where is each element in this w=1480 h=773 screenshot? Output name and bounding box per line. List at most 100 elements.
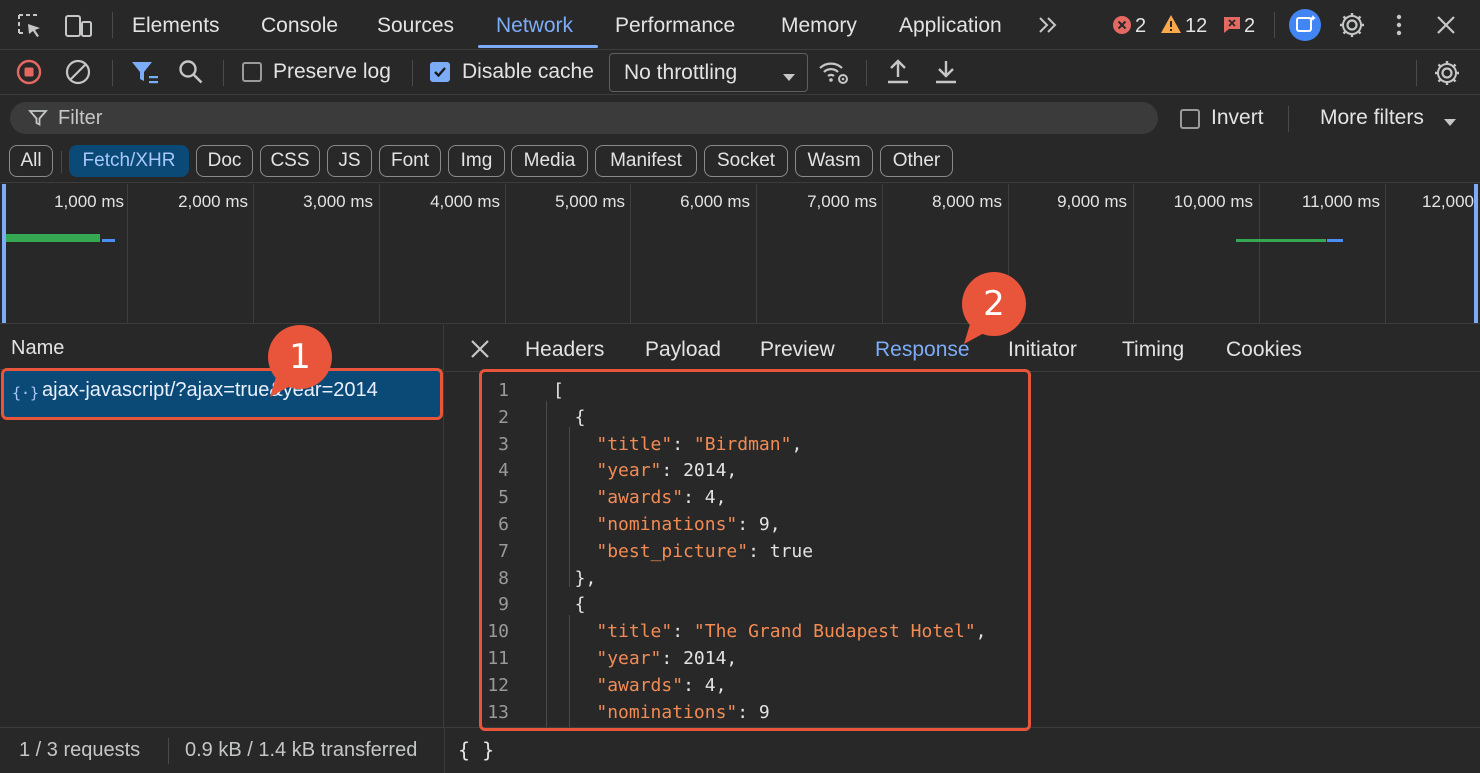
timeline-tick-label: 2,000 ms bbox=[178, 192, 248, 211]
timeline-tick-label: 9,000 ms bbox=[1057, 192, 1127, 211]
tab-memory[interactable]: Memory bbox=[781, 0, 857, 50]
annotation-badge-2: 2 bbox=[962, 272, 1026, 348]
tab-network[interactable]: Network bbox=[496, 0, 573, 50]
timeline-gridline bbox=[1259, 184, 1260, 323]
filter-funnel-icon bbox=[28, 108, 48, 128]
annotation-badge-1: 1 bbox=[268, 325, 332, 401]
type-filter-socket[interactable]: Socket bbox=[704, 145, 788, 177]
warning-count: 12 bbox=[1185, 15, 1208, 37]
record-stop-icon[interactable] bbox=[16, 59, 42, 85]
type-filter-doc[interactable]: Doc bbox=[196, 145, 253, 177]
toolbar-divider bbox=[168, 738, 169, 764]
filter-funnel-icon[interactable] bbox=[130, 59, 160, 87]
search-icon[interactable] bbox=[178, 59, 204, 85]
timeline-gridline bbox=[379, 184, 380, 323]
network-overview-timeline[interactable]: 1,000 ms 2,000 ms 3,000 ms 4,000 ms 5,00… bbox=[0, 184, 1480, 324]
type-filter-manifest[interactable]: Manifest bbox=[595, 145, 697, 177]
preserve-log-checkbox[interactable] bbox=[242, 62, 262, 82]
kebab-menu-icon[interactable] bbox=[1390, 13, 1408, 39]
request-waiting-bar bbox=[6, 234, 100, 242]
toolbar-divider bbox=[61, 151, 62, 173]
timeline-gridline bbox=[1133, 184, 1134, 323]
annotation-highlight-response bbox=[479, 369, 1031, 731]
type-filter-media[interactable]: Media bbox=[511, 145, 588, 177]
timeline-tick-label: 10,000 ms bbox=[1173, 192, 1253, 211]
more-filters-dropdown[interactable]: More filters bbox=[1320, 96, 1424, 140]
tab-cookies[interactable]: Cookies bbox=[1226, 325, 1302, 374]
import-har-upload-icon[interactable] bbox=[885, 58, 911, 86]
invert-label: Invert bbox=[1211, 106, 1264, 129]
annotation-number-1: 1 bbox=[268, 325, 332, 389]
timeline-tick-label: 8,000 ms bbox=[932, 192, 1002, 211]
annotation-number-2: 2 bbox=[962, 272, 1026, 336]
network-conditions-icon[interactable] bbox=[818, 59, 850, 87]
name-column-header[interactable]: Name bbox=[0, 325, 444, 370]
chevron-down-icon bbox=[782, 69, 796, 81]
toolbar-divider bbox=[1274, 12, 1275, 38]
request-download-bar bbox=[102, 239, 115, 242]
invert-checkbox[interactable] bbox=[1180, 109, 1200, 129]
network-settings-gear-icon[interactable] bbox=[1433, 59, 1461, 87]
tab-sources[interactable]: Sources bbox=[377, 0, 454, 50]
timeline-gridline bbox=[630, 184, 631, 323]
pretty-print-button[interactable]: { } bbox=[458, 728, 494, 773]
active-tab-indicator bbox=[478, 45, 598, 48]
timeline-tick-label: 6,000 ms bbox=[680, 192, 750, 211]
more-tabs-icon[interactable] bbox=[1036, 13, 1060, 37]
warning-icon[interactable] bbox=[1160, 14, 1182, 34]
timeline-tick-label: 1,000 ms bbox=[54, 192, 124, 211]
type-filter-fetch-xhr[interactable]: Fetch/XHR bbox=[69, 145, 189, 177]
type-filter-all[interactable]: All bbox=[9, 145, 53, 177]
timeline-gridline bbox=[127, 184, 128, 323]
timeline-tick-label: 4,000 ms bbox=[430, 192, 500, 211]
timeline-tick-label: 3,000 ms bbox=[303, 192, 373, 211]
tab-preview[interactable]: Preview bbox=[760, 325, 835, 374]
tab-headers[interactable]: Headers bbox=[525, 325, 604, 374]
inspect-element-icon[interactable] bbox=[16, 12, 44, 40]
device-toolbar-icon[interactable] bbox=[64, 12, 94, 40]
filter-row: Filter Invert More filters bbox=[0, 96, 1480, 141]
toolbar-divider bbox=[112, 60, 113, 86]
settings-gear-icon[interactable] bbox=[1338, 11, 1366, 39]
type-filter-img[interactable]: Img bbox=[448, 145, 505, 177]
close-details-icon[interactable] bbox=[469, 338, 491, 360]
issues-icon[interactable] bbox=[1222, 15, 1242, 35]
timeline-gridline bbox=[505, 184, 506, 323]
type-filter-wasm[interactable]: Wasm bbox=[795, 145, 873, 177]
filter-placeholder: Filter bbox=[58, 107, 103, 129]
tab-payload[interactable]: Payload bbox=[645, 325, 721, 374]
type-filter-css[interactable]: CSS bbox=[260, 145, 320, 177]
tab-application[interactable]: Application bbox=[899, 0, 1002, 50]
throttling-value: No throttling bbox=[624, 61, 738, 84]
network-toolbar: Preserve log Disable cache No throttling bbox=[0, 50, 1480, 95]
type-filter-js[interactable]: JS bbox=[327, 145, 372, 177]
clear-icon[interactable] bbox=[65, 59, 91, 85]
issues-count: 2 bbox=[1244, 15, 1256, 37]
tab-performance[interactable]: Performance bbox=[615, 0, 735, 50]
toolbar-divider bbox=[412, 60, 413, 86]
export-har-download-icon[interactable] bbox=[933, 58, 959, 86]
devtools-tab-bar: Elements Console Sources Network Perform… bbox=[0, 0, 1480, 50]
ai-assistance-icon[interactable] bbox=[1288, 8, 1322, 42]
throttling-select[interactable]: No throttling bbox=[609, 53, 808, 92]
overview-window-left-handle[interactable] bbox=[2, 184, 6, 323]
timeline-tick-label: 12,000 bbox=[1422, 192, 1474, 211]
resource-type-filters: All Fetch/XHR Doc CSS JS Font Img Media … bbox=[0, 141, 1480, 183]
tab-console[interactable]: Console bbox=[261, 0, 338, 50]
tab-elements[interactable]: Elements bbox=[132, 0, 220, 50]
timeline-gridline bbox=[253, 184, 254, 323]
filter-input[interactable]: Filter bbox=[10, 102, 1158, 134]
toolbar-divider bbox=[866, 60, 867, 86]
disable-cache-checkbox[interactable] bbox=[430, 62, 450, 82]
name-column-label: Name bbox=[11, 337, 65, 359]
annotation-highlight-request bbox=[1, 368, 443, 420]
tab-timing[interactable]: Timing bbox=[1122, 325, 1184, 374]
toolbar-divider bbox=[1416, 60, 1417, 86]
error-icon[interactable] bbox=[1112, 15, 1132, 35]
timeline-gridline bbox=[1385, 184, 1386, 323]
close-devtools-icon[interactable] bbox=[1434, 13, 1458, 37]
type-filter-other[interactable]: Other bbox=[880, 145, 953, 177]
type-filter-font[interactable]: Font bbox=[379, 145, 441, 177]
tab-response[interactable]: Response bbox=[875, 325, 970, 374]
toolbar-divider bbox=[223, 60, 224, 86]
